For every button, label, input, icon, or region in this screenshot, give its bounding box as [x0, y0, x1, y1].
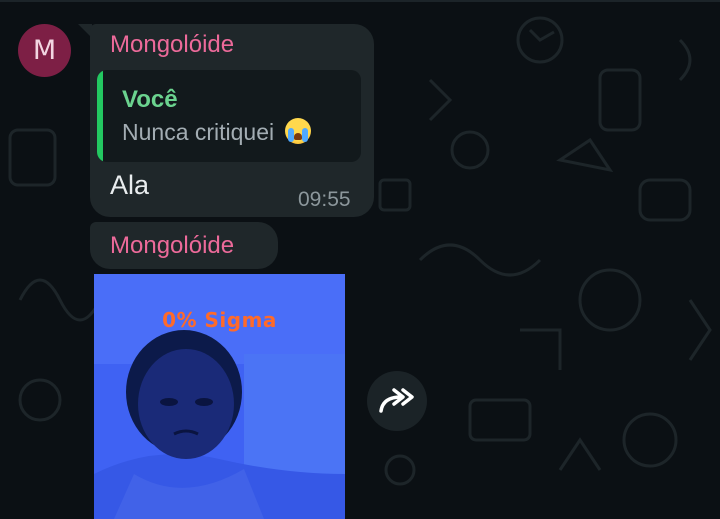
media-image[interactable]: 0% Sigma: [94, 274, 345, 519]
avatar-initial: M: [32, 35, 57, 66]
quote-accent-bar: [97, 70, 103, 162]
top-divider: [0, 0, 720, 2]
message-text: Ala: [110, 170, 150, 200]
media-caption: 0% Sigma: [162, 308, 277, 332]
quote-text-line: Nunca critiquei: [122, 118, 311, 146]
message-timestamp: 09:55: [298, 188, 351, 211]
quote-author: Você: [122, 86, 178, 113]
avatar[interactable]: M: [18, 24, 71, 77]
sender-name[interactable]: Mongolóide: [110, 232, 234, 260]
sender-name[interactable]: Mongolóide: [110, 31, 234, 59]
forward-icon: [379, 388, 414, 413]
forward-button[interactable]: [367, 371, 427, 431]
quote-text: Nunca critiquei: [122, 119, 275, 145]
quoted-message[interactable]: Você Nunca critiquei: [97, 70, 361, 162]
crying-face-icon: [284, 118, 311, 144]
